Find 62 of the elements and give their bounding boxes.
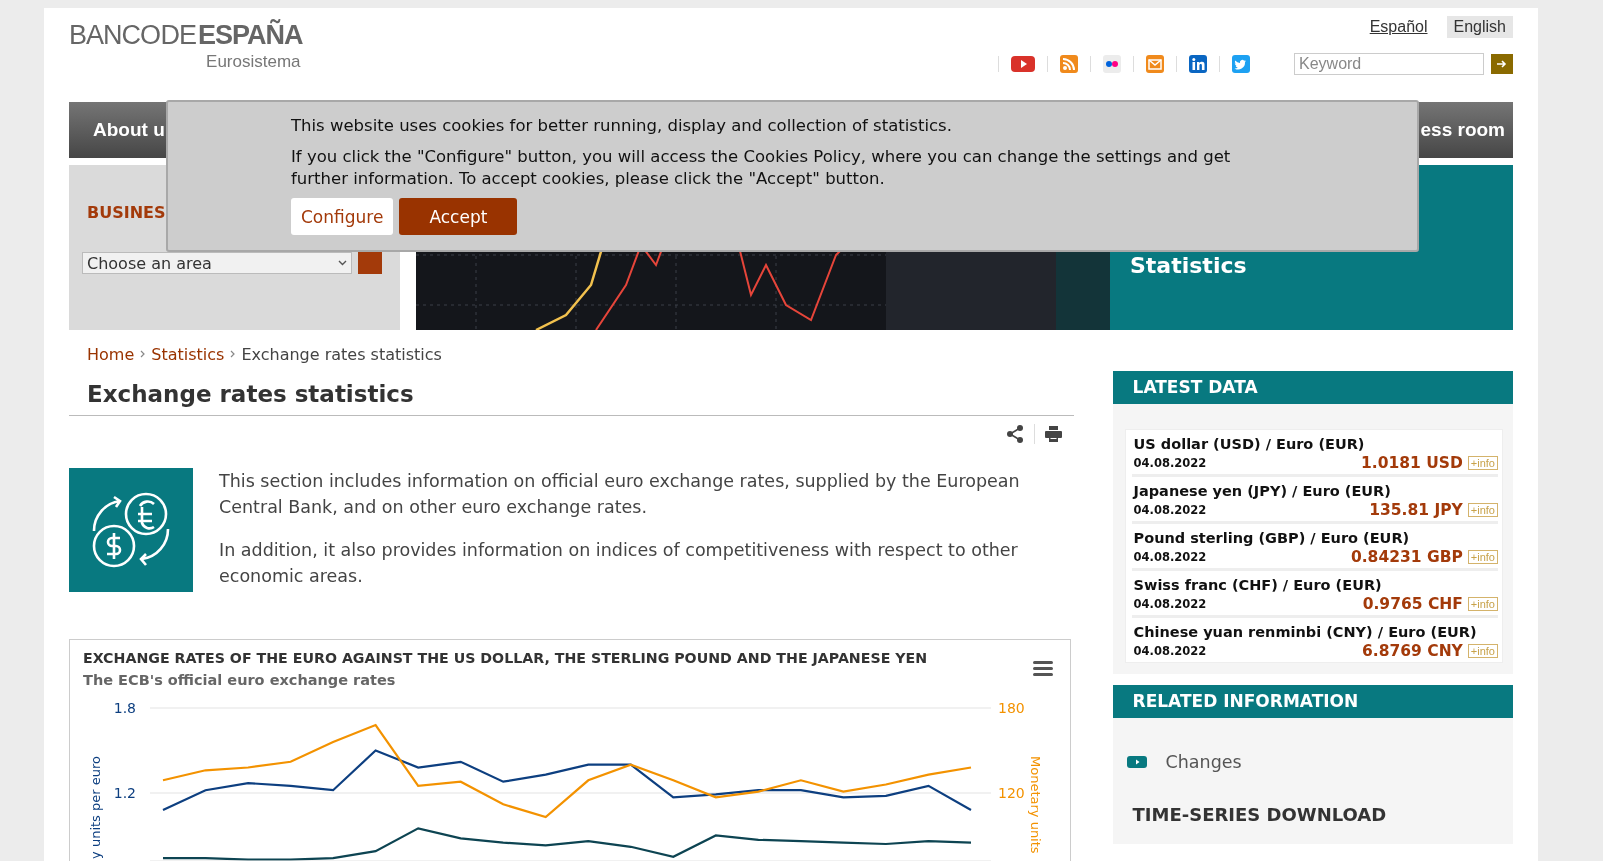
intro-paragraph: This section includes information on official euro exchange rates, supplied by the European Central Bank, and on other euro exchange rates. <box>219 470 1021 519</box>
accept-button[interactable]: Accept <box>399 198 518 235</box>
rate-value: 1.0181 USD <box>1361 454 1463 472</box>
chevron-right-icon <box>230 350 236 358</box>
video-icon[interactable] <box>1011 54 1035 74</box>
rate-value: 135.81 JPY <box>1369 501 1463 519</box>
rss-icon[interactable] <box>1060 55 1078 73</box>
breadcrumb-link[interactable]: Statistics <box>151 344 225 364</box>
chart-title: EXCHANGE RATES OF THE EURO AGAINST THE US DOLLAR, THE STERLING POUND AND THE JAPANESE YEN <box>83 650 929 666</box>
rate-value: 6.8769 CNY <box>1362 642 1463 660</box>
rate-date: 04.08.2022 <box>1133 456 1207 470</box>
logo-tagline: Eurosistema <box>206 51 301 73</box>
play-icon <box>1126 756 1147 768</box>
logo-wordmark[interactable]: BANCO DEESPAÑA <box>69 20 303 50</box>
related-link[interactable]: Changes <box>1165 752 1242 772</box>
bird-icon[interactable] <box>1232 55 1250 73</box>
dots-icon[interactable] <box>1103 55 1121 73</box>
rate-value: 0.84231 GBP <box>1350 548 1463 566</box>
panel-heading: BUSINES <box>87 203 166 222</box>
panel-title: Statistics <box>1130 253 1248 278</box>
chart-subtitle: The ECB's official euro exchange rates <box>83 672 397 688</box>
rate-date: 04.08.2022 <box>1133 597 1207 611</box>
page-title: Exchange rates statistics <box>69 379 1074 416</box>
rate-date: 04.08.2022 <box>1133 644 1207 658</box>
rate-date: 04.08.2022 <box>1133 550 1207 564</box>
breadcrumb-current: Exchange rates statistics <box>241 344 442 364</box>
section-header: LATEST DATA <box>1112 371 1513 404</box>
axis-title: Monetary units <box>1028 756 1043 854</box>
axis-label: 1.2 <box>113 785 136 801</box>
axis-label: 180 <box>998 700 1025 716</box>
nav-link[interactable]: About u <box>93 119 165 141</box>
intro-paragraph: In addition, it also provides information on indices of competitiveness with respect to other economic areas. <box>219 539 1019 588</box>
rate-name: Swiss franc (CHF) / Euro (EUR) <box>1133 577 1383 593</box>
language-link[interactable]: Español <box>1362 16 1435 38</box>
configure-button[interactable]: Configure <box>291 198 394 235</box>
search-button[interactable] <box>1491 54 1513 74</box>
rate-value: 0.9765 CHF <box>1362 595 1463 613</box>
menu-icon[interactable] <box>1033 661 1053 676</box>
axis-label: 120 <box>998 785 1025 801</box>
print-icon[interactable] <box>1044 426 1062 442</box>
arrow-icon <box>1497 60 1507 68</box>
cookie-message: This website uses cookies for better running, display and collection of statistics. <box>291 115 953 137</box>
section-header: RELATED INFORMATION <box>1112 685 1513 718</box>
mail-icon[interactable] <box>1146 55 1164 73</box>
breadcrumb-link[interactable]: Home <box>87 344 135 364</box>
area-select[interactable]: Choose an area <box>82 252 352 274</box>
chevron-right-icon <box>140 350 146 358</box>
axis-title: y units per euro <box>88 756 103 859</box>
rate-name: Pound sterling (GBP) / Euro (EUR) <box>1133 530 1411 546</box>
search-field[interactable]: Keyword <box>1294 53 1484 75</box>
chevron-down-icon <box>338 260 347 266</box>
rate-name: US dollar (USD) / Euro (EUR) <box>1133 436 1366 452</box>
axis-label: 1.8 <box>113 700 136 716</box>
rate-date: 04.08.2022 <box>1133 503 1207 517</box>
language-link[interactable]: English <box>1446 16 1513 38</box>
section-heading: TIME-SERIES DOWNLOAD <box>1112 804 1513 844</box>
nav-link[interactable]: ess room <box>1420 119 1513 141</box>
rate-name: Chinese yuan renminbi (CNY) / Euro (EUR) <box>1133 624 1478 640</box>
cookie-details: If you click the "Configure" button, you will access the Cookies Policy, where you can change the settings and get further information. To accept cookies, please click the "Accept" button. <box>291 146 1232 190</box>
share-icon[interactable] <box>1005 425 1024 443</box>
rate-name: Japanese yen (JPY) / Euro (EUR) <box>1133 483 1392 499</box>
linkedin-icon[interactable] <box>1189 55 1207 73</box>
